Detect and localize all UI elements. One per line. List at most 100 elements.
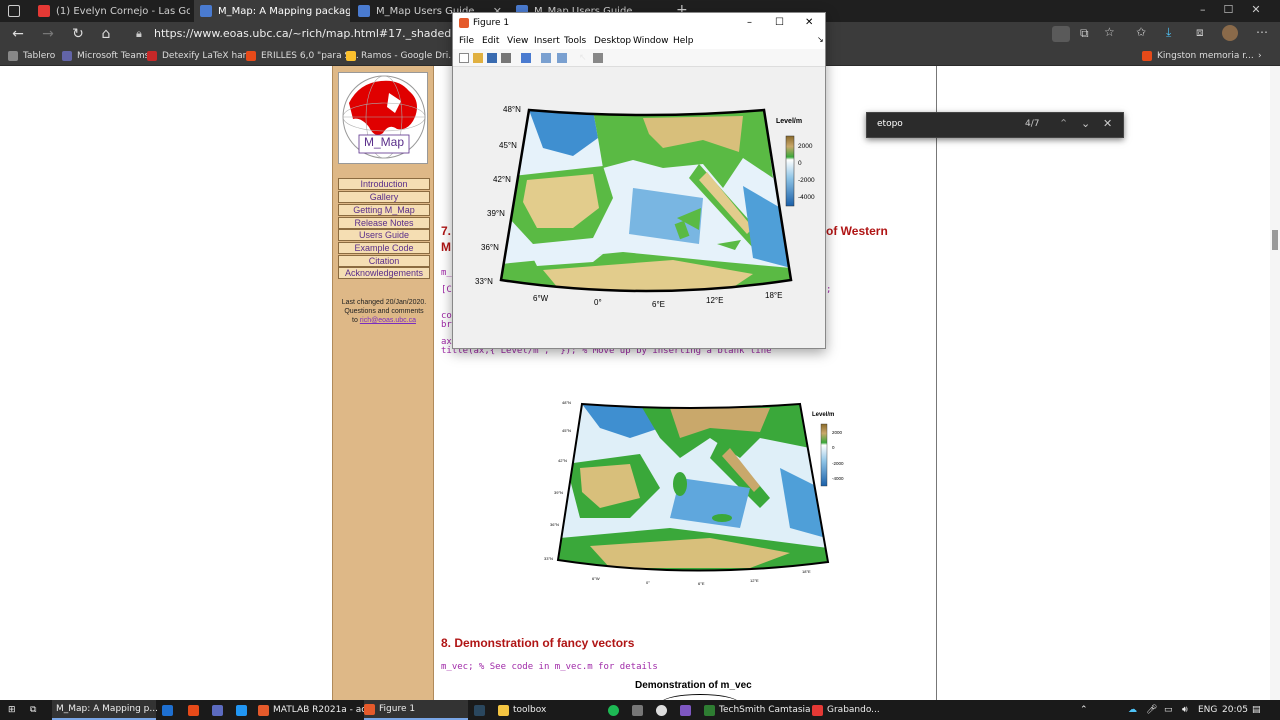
steam-icon[interactable] xyxy=(474,700,489,720)
bookmark-erilles[interactable]: ERILLES 6,0 "para S... xyxy=(246,46,359,66)
colorbar-tick: 2000 xyxy=(798,143,813,150)
email-link[interactable]: rich@eoas.ubc.ca xyxy=(360,317,416,324)
code-line: ; xyxy=(826,285,832,295)
print-icon[interactable] xyxy=(501,53,511,63)
menu-tools[interactable]: Tools xyxy=(564,36,586,46)
close-icon[interactable]: ✕ xyxy=(805,13,813,33)
minimize-icon[interactable]: – xyxy=(747,13,752,33)
spotify-icon[interactable] xyxy=(608,700,623,720)
read-aloud-icon[interactable] xyxy=(1052,26,1070,42)
files-icon[interactable] xyxy=(212,700,227,720)
spotify-logo xyxy=(608,704,619,716)
bookmark-tablero[interactable]: Tablero xyxy=(8,46,55,66)
open-file-icon[interactable] xyxy=(473,53,483,63)
link-plot-icon[interactable] xyxy=(521,53,531,63)
colorbar-tick: 0 xyxy=(798,160,802,167)
nav-acknowledgements[interactable]: Acknowledgements xyxy=(338,267,430,279)
save-icon[interactable] xyxy=(487,53,497,63)
lon-label: 0° xyxy=(594,298,602,307)
nav-users-guide[interactable]: Users Guide xyxy=(338,229,430,241)
find-input[interactable]: etopo xyxy=(877,119,903,129)
menu-view[interactable]: View xyxy=(507,36,528,46)
nav-citation[interactable]: Citation xyxy=(338,255,430,267)
taskbar-item-figure[interactable]: Figure 1 xyxy=(364,700,468,720)
task-view-icon[interactable]: ⧉ xyxy=(30,700,36,720)
collections-icon[interactable]: ✩ xyxy=(1136,25,1146,39)
clock[interactable]: 20:05 xyxy=(1222,700,1248,720)
download-icon[interactable]: ⤓ xyxy=(1166,25,1171,40)
window-menu-icon[interactable] xyxy=(8,5,20,17)
nav-gallery[interactable]: Gallery xyxy=(338,191,430,203)
taskbar-item-edge[interactable]: M_Map: A Mapping p... xyxy=(52,700,158,720)
more-icon[interactable]: ⋯ xyxy=(1256,25,1268,39)
pointer-icon[interactable]: ↖ xyxy=(579,53,589,63)
network-icon[interactable]: ▭ xyxy=(1164,700,1173,720)
home-icon[interactable]: ⌂ xyxy=(96,24,116,44)
mic-icon[interactable]: 🎤︎ xyxy=(1146,700,1157,720)
todo-icon[interactable] xyxy=(236,700,251,720)
window-controls[interactable]: –☐✕ xyxy=(1200,3,1279,16)
colorbar-icon[interactable] xyxy=(541,53,551,63)
close-icon[interactable]: ✕ xyxy=(1103,117,1112,130)
property-editor-icon[interactable] xyxy=(593,53,603,63)
bookmark-icon xyxy=(246,51,256,61)
menu-edit[interactable]: Edit xyxy=(482,36,499,46)
menu-desktop[interactable]: Desktop xyxy=(594,36,631,46)
taskbar-item-recording[interactable]: Grabando... xyxy=(812,700,880,720)
volume-icon[interactable]: 🔊︎ xyxy=(1182,700,1188,720)
tab-youtube[interactable]: (1) Evelyn Cornejo - Las Golond... ✕ xyxy=(32,0,190,22)
forward-icon[interactable]: → xyxy=(38,24,58,44)
scrollbar[interactable] xyxy=(1270,66,1280,700)
menu-help[interactable]: Help xyxy=(673,36,694,46)
chevron-up-icon[interactable]: ⌃ xyxy=(1059,117,1068,130)
tray-chevron-icon[interactable]: ⌃ xyxy=(1080,700,1088,720)
new-figure-icon[interactable] xyxy=(459,53,469,63)
colorbar-title: Level/m xyxy=(812,412,834,418)
github-icon[interactable] xyxy=(656,700,671,720)
lon-label: 6°W xyxy=(533,294,549,303)
code-line: br xyxy=(441,320,452,330)
bookmark-drive[interactable]: Ramos - Google Dri... xyxy=(346,46,457,66)
scrollbar-thumb[interactable] xyxy=(1272,230,1278,250)
taskbar-item-camtasia[interactable]: TechSmith Camtasia ... xyxy=(704,700,822,720)
menu-insert[interactable]: Insert xyxy=(534,36,560,46)
dock-icon[interactable]: ↘ xyxy=(817,35,824,44)
figure-titlebar[interactable]: Figure 1 – ☐ ✕ xyxy=(453,13,825,33)
menu-file[interactable]: File xyxy=(459,36,474,46)
reader-icon[interactable]: ⧉ xyxy=(1080,26,1089,41)
bookmark-kingston[interactable]: Kingston memoria r... xyxy=(1142,46,1254,66)
taskbar-label: Grabando... xyxy=(827,705,880,715)
onedrive-icon[interactable]: ☁ xyxy=(1128,700,1137,720)
chevron-down-icon[interactable]: ⌄ xyxy=(1081,117,1090,130)
tab-mmap[interactable]: M_Map: A Mapping package for ✕ xyxy=(194,0,350,22)
outlook-icon[interactable] xyxy=(162,700,177,720)
app-icon[interactable] xyxy=(680,700,695,720)
taskbar-item-toolbox[interactable]: toolbox xyxy=(498,700,546,720)
nav-release-notes[interactable]: Release Notes xyxy=(338,217,430,229)
language-indicator[interactable]: ENG xyxy=(1198,700,1217,720)
steam-logo xyxy=(474,704,485,716)
office-icon[interactable] xyxy=(188,700,203,720)
lat-label: 39°N xyxy=(554,490,563,495)
nav-introduction[interactable]: Introduction xyxy=(338,178,430,190)
maximize-icon[interactable]: ☐ xyxy=(775,13,784,33)
menu-window[interactable]: Window xyxy=(633,36,669,46)
notifications-icon[interactable]: ▤ xyxy=(1252,700,1261,720)
refresh-icon[interactable]: ↻ xyxy=(68,24,88,44)
to-text: to xyxy=(352,317,358,324)
bookmark-teams[interactable]: Microsoft Teams xyxy=(62,46,149,66)
avatar[interactable] xyxy=(1222,25,1238,41)
lat-label: 42°N xyxy=(558,458,567,463)
start-icon[interactable]: ⊞ xyxy=(8,700,16,720)
back-icon[interactable]: ← xyxy=(8,24,28,44)
legend-icon[interactable] xyxy=(557,53,567,63)
store-icon[interactable] xyxy=(632,700,647,720)
lon-labels: 6°W 0° 6°E 12°E 18°E xyxy=(533,291,782,309)
extensions-icon[interactable]: ⧈ xyxy=(1196,25,1204,40)
taskbar-item-matlab[interactable]: MATLAB R2021a - aca... xyxy=(258,700,380,720)
bookmark-detexify[interactable]: Detexify LaTeX han... xyxy=(147,46,257,66)
favorites-icon[interactable]: ☆ xyxy=(1104,25,1115,39)
nav-example-code[interactable]: Example Code xyxy=(338,242,430,254)
nav-getting-mmap[interactable]: Getting M_Map xyxy=(338,204,430,216)
more-bookmarks-icon[interactable]: › xyxy=(1258,46,1262,66)
